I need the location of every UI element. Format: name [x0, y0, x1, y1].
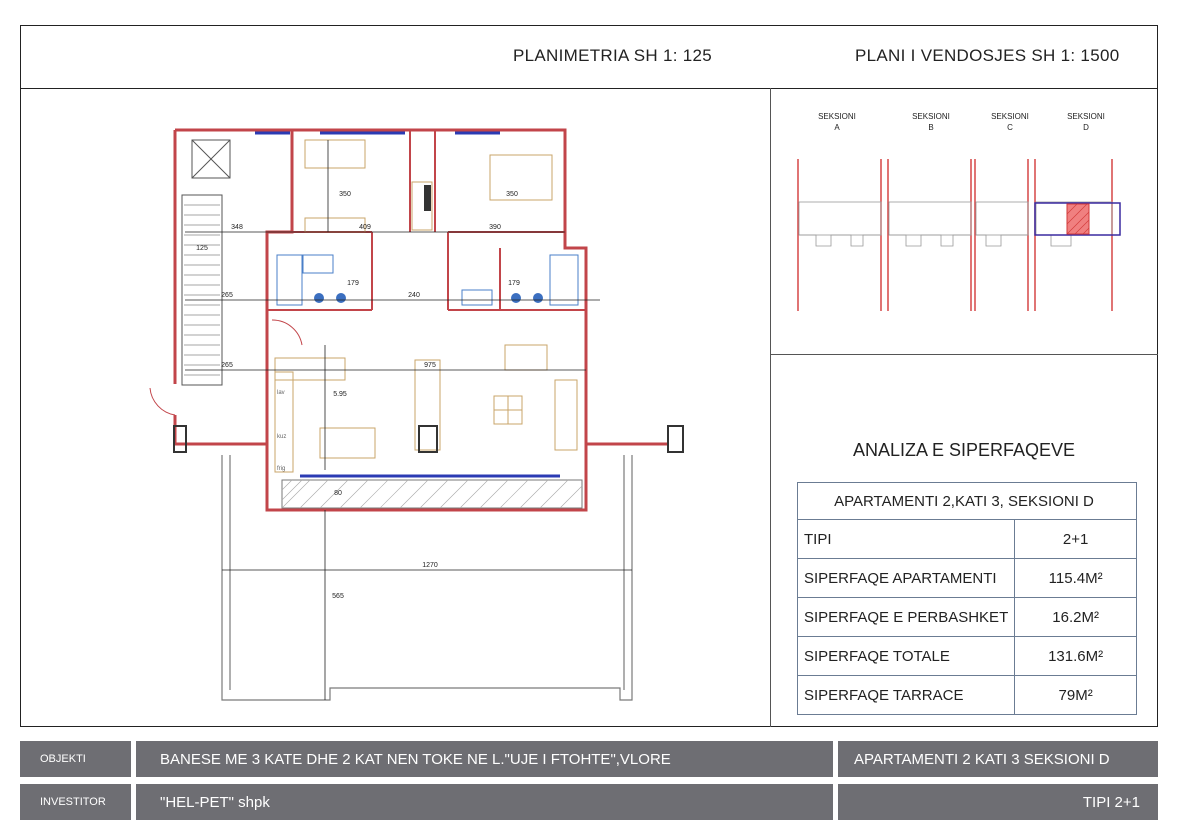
row-value: 16.2M²: [1014, 597, 1137, 637]
dim-975: 975: [424, 362, 436, 369]
dim-125: 125: [196, 245, 208, 252]
row-value: 131.6M²: [1014, 636, 1137, 676]
site-plan: SEKSIONI A SEKSIONI B SEKSIONI C SEKSION…: [797, 112, 1121, 311]
section-d-letter: D: [1083, 123, 1089, 132]
table-row: SIPERFAQE TOTALE 131.6M²: [796, 636, 1137, 676]
dim-179-b: 179: [508, 280, 520, 287]
dim-565: 565: [332, 593, 344, 600]
investitor-label: INVESTITOR: [20, 784, 131, 820]
row-value: 115.4M²: [1014, 558, 1137, 598]
tipi-info: TIPI 2+1: [838, 784, 1158, 820]
objekti-label: OBJEKTI: [20, 741, 131, 777]
row-label: TIPI: [796, 519, 1016, 559]
section-b-letter: B: [928, 123, 933, 132]
row-label: SIPERFAQE APARTAMENTI: [796, 558, 1016, 598]
dim-179-a: 179: [347, 280, 359, 287]
apartment-info: APARTAMENTI 2 KATI 3 SEKSIONI D: [838, 741, 1158, 777]
section-d-label: SEKSIONI: [1067, 112, 1105, 121]
dim-265-a: 265: [221, 292, 233, 299]
label-frig: frig: [277, 466, 285, 472]
table-row: SIPERFAQE APARTAMENTI 115.4M²: [796, 558, 1137, 598]
table-row: SIPERFAQE TARRACE 79M²: [796, 675, 1137, 715]
table-row: SIPERFAQE E PERBASHKET 16.2M²: [796, 597, 1137, 637]
row-value: 2+1: [1014, 519, 1137, 559]
dim-1270: 1270: [422, 562, 438, 569]
floorplan-title: PLANIMETRIA SH 1: 125: [513, 46, 713, 65]
siteplan-title: PLANI I VENDOSJES SH 1: 1500: [855, 46, 1120, 65]
row-value: 79M²: [1014, 675, 1137, 715]
dim-80: 80: [334, 490, 342, 497]
row-label: SIPERFAQE TOTALE: [796, 636, 1016, 676]
section-a-letter: A: [834, 123, 840, 132]
analysis-table: APARTAMENTI 2,KATI 3, SEKSIONI D TIPI 2+…: [796, 482, 1137, 715]
row-label: SIPERFAQE E PERBASHKET: [796, 597, 1016, 637]
dim-240: 240: [408, 292, 420, 299]
section-c-letter: C: [1007, 123, 1013, 132]
section-b-label: SEKSIONI: [912, 112, 950, 121]
objekti-value: BANESE ME 3 KATE DHE 2 KAT NEN TOKE NE L…: [136, 741, 833, 777]
floor-plan: 348 409 390 350 350 125 265 240 179 179 …: [149, 128, 684, 701]
investitor-value: "HEL-PET" shpk: [136, 784, 833, 820]
label-kuz: kuz: [277, 434, 286, 440]
table-caption: APARTAMENTI 2,KATI 3, SEKSIONI D: [797, 482, 1137, 520]
dim-595: 5.95: [333, 391, 347, 398]
analysis-title: ANALIZA E SIPERFAQEVE: [852, 440, 1076, 460]
dim-409: 409: [359, 224, 371, 231]
section-c-label: SEKSIONI: [991, 112, 1029, 121]
dim-350-b: 350: [506, 191, 518, 198]
section-a-label: SEKSIONI: [818, 112, 856, 121]
label-lav: lav: [277, 390, 285, 396]
dim-390: 390: [489, 224, 501, 231]
table-row: TIPI 2+1: [796, 519, 1137, 559]
panel-divider-horizontal: [770, 354, 1158, 355]
row-label: SIPERFAQE TARRACE: [796, 675, 1016, 715]
dim-348: 348: [231, 224, 243, 231]
table-caption-row: APARTAMENTI 2,KATI 3, SEKSIONI D: [797, 482, 1137, 520]
dim-265-b: 265: [221, 362, 233, 369]
dim-350-a: 350: [339, 191, 351, 198]
